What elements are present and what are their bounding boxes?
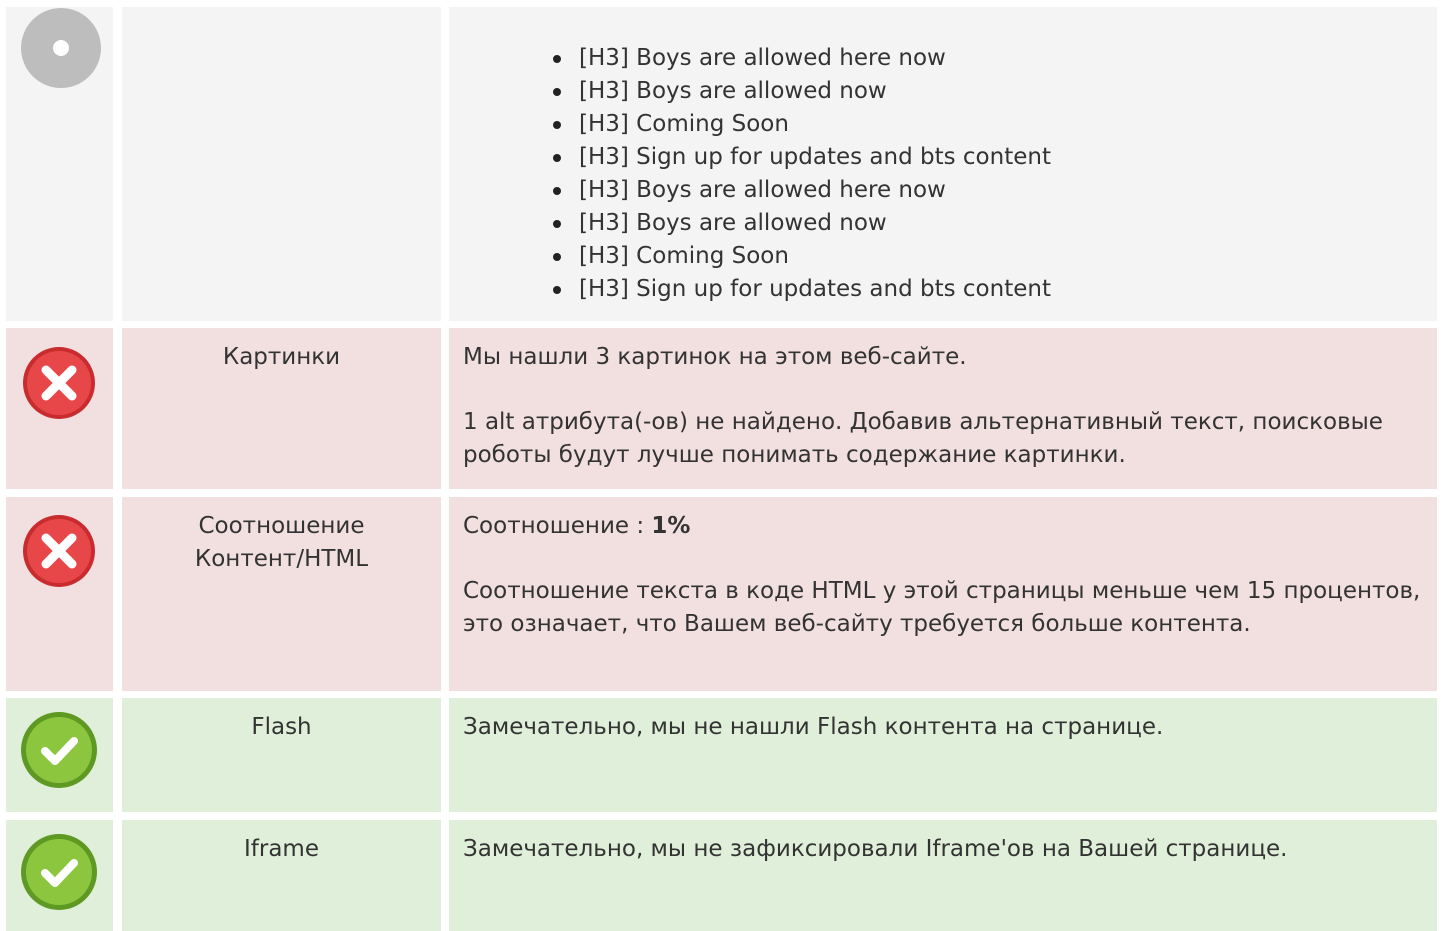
check-label-cell: Flash xyxy=(122,698,441,812)
check-label-cell xyxy=(122,7,441,321)
check-icon xyxy=(20,711,98,789)
check-result-cell: Мы нашли 3 картинок на этом веб-сайте. 1… xyxy=(449,328,1437,489)
content-ratio-row: Соотношение Контент/HTML Соотношение : 1… xyxy=(0,497,1446,691)
status-cell xyxy=(6,497,113,691)
result-detail: Соотношение текста в коде HTML у этой ст… xyxy=(463,578,1421,637)
list-item: [H3] Boys are allowed now xyxy=(553,75,1423,108)
iframe-row: Iframe Замечательно, мы не зафиксировали… xyxy=(0,820,1446,931)
check-label-cell: Картинки xyxy=(122,328,441,489)
status-cell xyxy=(6,328,113,489)
check-result-cell: Замечательно, мы не нашли Flash контента… xyxy=(449,698,1437,812)
check-label: Flash xyxy=(251,714,312,740)
ratio-line: Соотношение : 1% xyxy=(463,510,1423,543)
error-x-icon xyxy=(22,346,96,420)
check-label: Iframe xyxy=(244,836,319,862)
result-summary: Мы нашли 3 картинок на этом веб-сайте. xyxy=(463,344,967,370)
status-cell xyxy=(6,7,113,321)
result-detail: 1 alt атрибута(-ов) не найдено. Добавив … xyxy=(463,409,1383,468)
check-result-cell: [H3] Boys are allowed here now [H3] Boys… xyxy=(449,7,1437,321)
ratio-value: 1% xyxy=(651,513,691,539)
status-cell xyxy=(6,698,113,812)
list-item: [H3] Boys are allowed here now xyxy=(553,174,1423,207)
check-label-cell: Iframe xyxy=(122,820,441,931)
ratio-prefix: Соотношение : xyxy=(463,513,652,539)
check-label-cell: Соотношение Контент/HTML xyxy=(122,497,441,691)
error-x-icon xyxy=(22,514,96,588)
list-item: [H3] Boys are allowed here now xyxy=(553,42,1423,75)
result-summary: Замечательно, мы не нашли Flash контента… xyxy=(463,714,1164,740)
info-circle-icon xyxy=(20,7,102,89)
check-label: Картинки xyxy=(222,344,341,370)
list-item: [H3] Coming Soon xyxy=(553,108,1423,141)
flash-row: Flash Замечательно, мы не нашли Flash ко… xyxy=(0,698,1446,812)
check-icon xyxy=(20,833,98,911)
check-result-cell: Замечательно, мы не зафиксировали Iframe… xyxy=(449,820,1437,931)
check-result-cell: Соотношение : 1% Соотношение текста в ко… xyxy=(449,497,1437,691)
list-item: [H3] Sign up for updates and bts content xyxy=(553,141,1423,174)
check-label: Соотношение Контент/HTML xyxy=(194,513,369,572)
list-item: [H3] Boys are allowed now xyxy=(553,207,1423,240)
result-summary: Замечательно, мы не зафиксировали Iframe… xyxy=(463,836,1288,862)
status-cell xyxy=(6,820,113,931)
headings-row: [H3] Boys are allowed here now [H3] Boys… xyxy=(0,0,1446,321)
list-item: [H3] Sign up for updates and bts content xyxy=(553,273,1423,306)
images-row: Картинки Мы нашли 3 картинок на этом веб… xyxy=(0,328,1446,489)
h3-heading-list: [H3] Boys are allowed here now [H3] Boys… xyxy=(463,42,1423,306)
list-item: [H3] Coming Soon xyxy=(553,240,1423,273)
